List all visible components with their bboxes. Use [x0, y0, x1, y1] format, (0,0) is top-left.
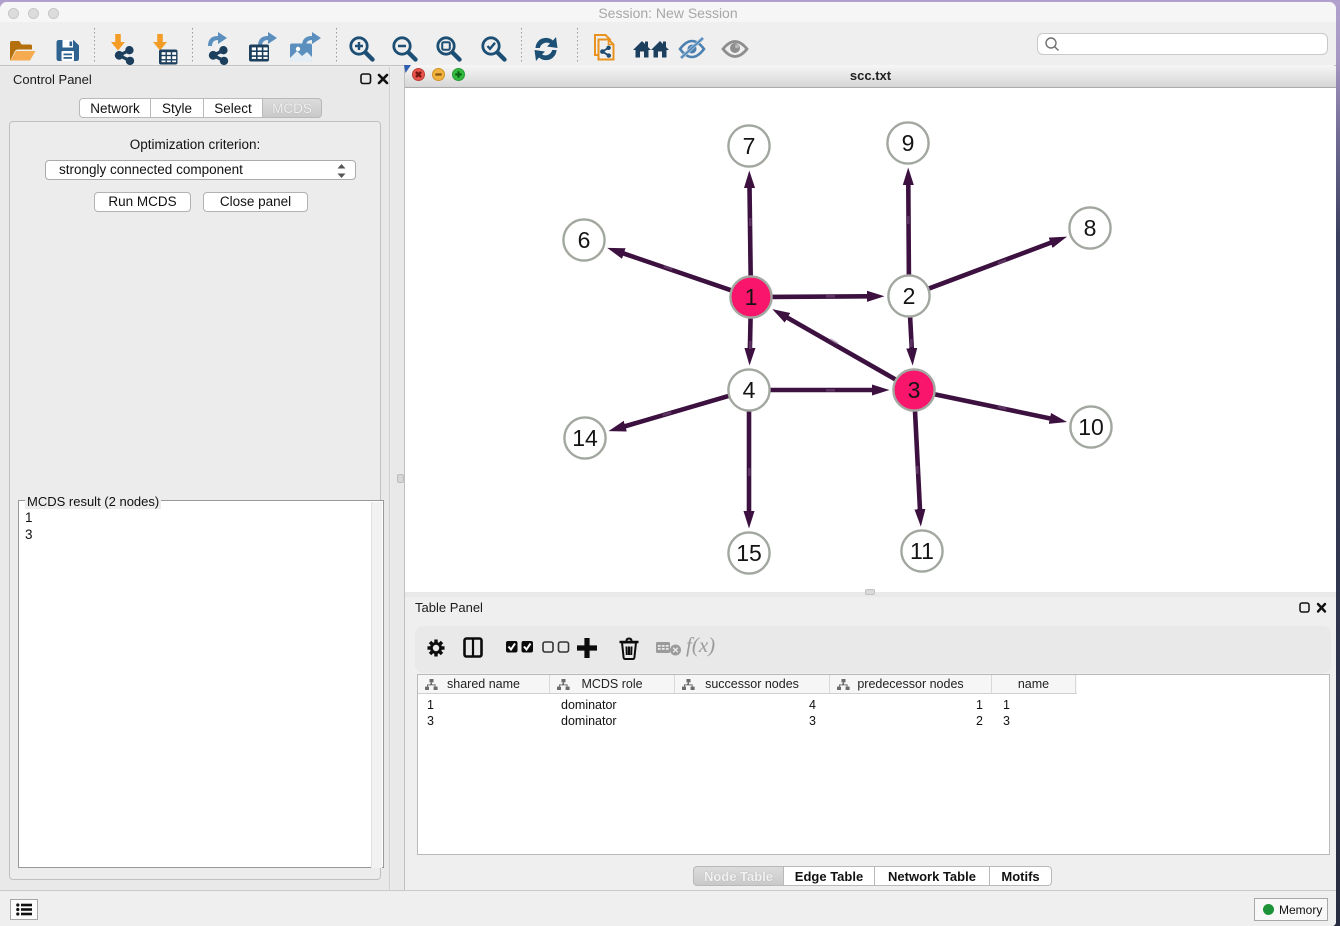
svg-text:3: 3 [908, 377, 921, 403]
svg-text:10: 10 [1078, 414, 1104, 440]
svg-text:14: 14 [572, 425, 598, 451]
svg-text:8: 8 [1084, 215, 1097, 241]
svg-text:4: 4 [743, 377, 756, 403]
svg-text:1: 1 [745, 284, 758, 310]
svg-text:2: 2 [903, 283, 916, 309]
svg-text:9: 9 [902, 130, 915, 156]
svg-text:6: 6 [578, 227, 591, 253]
svg-text:7: 7 [743, 133, 756, 159]
svg-text:11: 11 [910, 538, 934, 564]
svg-text:15: 15 [736, 540, 762, 566]
